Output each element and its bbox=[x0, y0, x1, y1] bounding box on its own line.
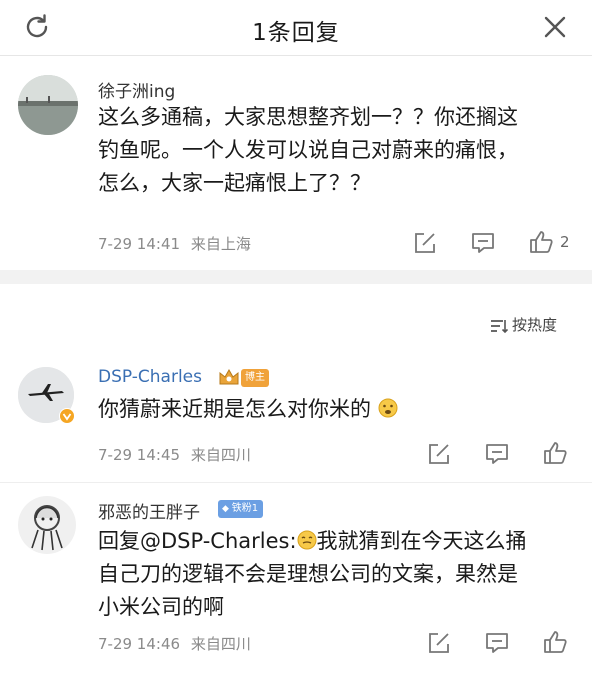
crown-icon bbox=[219, 368, 239, 385]
reply-mention[interactable]: 回复@DSP-Charles: bbox=[98, 529, 297, 553]
post-meta: 7-29 14:41 来自上海 bbox=[98, 233, 251, 254]
share-icon[interactable] bbox=[426, 441, 452, 467]
post-location: 来自上海 bbox=[190, 235, 251, 253]
badge-blogger: 博主 bbox=[241, 369, 269, 387]
post-text: 这么多通稿，大家思想整齐划一？？你还搁这 钓鱼呢。一个人发可以说自己对蔚来的痛恨… bbox=[98, 101, 578, 200]
close-icon[interactable] bbox=[540, 12, 570, 42]
post-text-line: 钓鱼呢。一个人发可以说自己对蔚来的痛恨， bbox=[98, 138, 518, 162]
comment-location: 来自四川 bbox=[190, 446, 251, 464]
like-count: 2 bbox=[560, 233, 570, 251]
avatar[interactable] bbox=[18, 496, 76, 554]
badge-fan-label: 铁粉1 bbox=[231, 503, 259, 514]
verified-icon bbox=[59, 408, 75, 424]
comment-time: 7-29 14:46 bbox=[98, 635, 181, 653]
like-icon[interactable] bbox=[528, 229, 554, 255]
comment-text-line: 我就猜到在今天这么捅 bbox=[316, 529, 527, 553]
comment-meta: 7-29 14:46 来自四川 bbox=[98, 633, 251, 654]
badge-fan: ◆ 铁粉1 bbox=[218, 500, 264, 518]
comment-icon[interactable] bbox=[470, 230, 496, 256]
post-text-line: 怎么，大家一起痛恨上了？？ bbox=[98, 171, 371, 195]
post-time: 7-29 14:41 bbox=[98, 235, 181, 253]
comment-text-line: 你猜蔚来近期是怎么对你米的 bbox=[98, 397, 371, 421]
page-title: 1条回复 bbox=[252, 20, 340, 46]
comment-text-line: 自己刀的逻辑不会是理想公司的文案，果然是 bbox=[98, 562, 518, 586]
comment-text-line: 小米公司的啊 bbox=[98, 595, 224, 619]
comment-time: 7-29 14:45 bbox=[98, 446, 181, 464]
comment-meta: 7-29 14:45 来自四川 bbox=[98, 444, 251, 465]
row-divider bbox=[0, 482, 592, 483]
share-icon[interactable] bbox=[426, 630, 452, 656]
comment-author[interactable]: DSP-Charles bbox=[98, 367, 202, 387]
avatar[interactable] bbox=[18, 75, 78, 135]
emoji-icon bbox=[378, 398, 398, 418]
comment-text: 你猜蔚来近期是怎么对你米的 bbox=[98, 393, 578, 426]
post-author[interactable]: 徐子洲ing bbox=[98, 77, 175, 102]
comment-icon[interactable] bbox=[484, 441, 510, 467]
like-icon[interactable] bbox=[542, 440, 568, 466]
sort-button[interactable]: 按热度 bbox=[490, 314, 557, 335]
share-icon[interactable] bbox=[412, 230, 438, 256]
section-divider bbox=[0, 270, 592, 284]
comment-icon[interactable] bbox=[484, 630, 510, 656]
post-text-line: 这么多通稿，大家思想整齐划一？？你还搁这 bbox=[98, 105, 518, 129]
comment-text: 回复@DSP-Charles: 我就猜到在今天这么捅 自己刀的逻辑不会是理想公司… bbox=[98, 525, 582, 624]
original-post: 徐子洲ing 这么多通稿，大家思想整齐划一？？你还搁这 钓鱼呢。一个人发可以说自… bbox=[0, 57, 592, 270]
sort-icon bbox=[491, 319, 508, 333]
comment-location: 来自四川 bbox=[190, 635, 251, 653]
emoji-icon bbox=[297, 530, 317, 550]
comment-author[interactable]: 邪恶的王胖子 bbox=[98, 498, 200, 523]
sort-label: 按热度 bbox=[512, 316, 558, 334]
like-icon[interactable] bbox=[542, 629, 568, 655]
header: 1条回复 bbox=[0, 0, 592, 56]
